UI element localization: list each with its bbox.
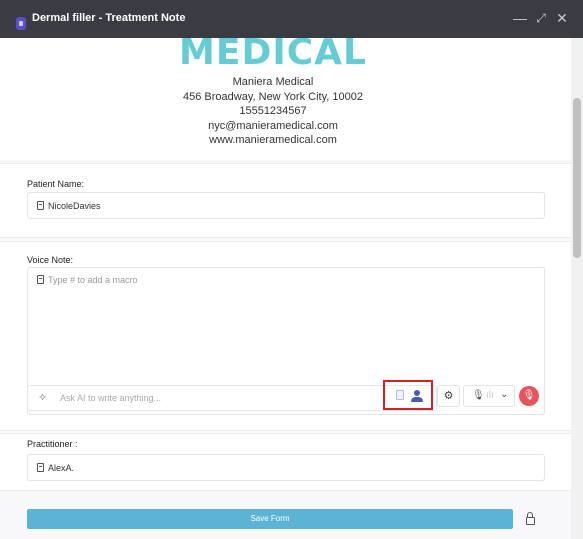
sparkle-icon: ✧ (38, 392, 48, 404)
microphone-icon: 🎙 (472, 390, 485, 401)
scrollbar-thumb[interactable] (573, 98, 581, 258)
chevron-down-icon[interactable]: ⌄ (500, 389, 508, 400)
ask-ai-input[interactable]: ✧ Ask AI to write anything... (27, 385, 437, 411)
patient-name-value: NicoleDavies (48, 201, 101, 211)
document-icon (37, 275, 44, 284)
document-icon[interactable] (396, 390, 404, 400)
clinic-header: MEDICAL Maniera Medical 456 Broadway, Ne… (0, 38, 571, 160)
clinic-phone: 15551234567 (239, 105, 307, 117)
form-content: MEDICAL Maniera Medical 456 Broadway, Ne… (0, 38, 571, 539)
document-icon (37, 201, 44, 210)
minimize-button[interactable]: — (512, 10, 528, 26)
user-icon[interactable] (411, 390, 423, 402)
window-title: Dermal filler - Treatment Note (32, 12, 186, 24)
patient-name-field[interactable]: NicoleDavies (27, 192, 545, 219)
practitioner-section: Practitioner : AlexA. (0, 433, 571, 491)
clinic-address: 456 Broadway, New York City, 10002 (183, 91, 363, 103)
voice-note-placeholder: Type # to add a macro (48, 275, 138, 285)
highlight-box (383, 380, 433, 410)
document-icon (37, 463, 44, 472)
maximize-button[interactable]: ⤢ (533, 10, 549, 26)
record-button[interactable]: 🎙 (519, 386, 539, 406)
practitioner-label: Practitioner : (27, 439, 78, 449)
practitioner-field[interactable]: AlexA. (27, 454, 545, 481)
voice-note-section: Voice Note: Type # to add a macro ✧ Ask … (0, 241, 571, 431)
settings-button[interactable]: ⚙ (437, 385, 460, 407)
app-icon (16, 17, 26, 30)
record-microphone-icon: 🎙 (522, 390, 536, 401)
patient-name-section: Patient Name: NicoleDavies (0, 163, 571, 238)
voice-note-label: Voice Note: (27, 255, 74, 265)
save-form-button[interactable]: Save Form (27, 509, 513, 529)
microphone-select[interactable]: 🎙 ılı ⌄ (463, 385, 515, 407)
practitioner-value: AlexA. (48, 463, 75, 473)
clinic-logo: MEDICAL (179, 38, 367, 73)
ask-ai-placeholder: Ask AI to write anything... (60, 393, 162, 403)
lock-icon[interactable] (526, 512, 535, 525)
title-bar: Dermal filler - Treatment Note — ⤢ ✕ (0, 0, 583, 38)
close-button[interactable]: ✕ (554, 10, 570, 26)
clinic-name: Maniera Medical (232, 76, 314, 88)
patient-name-label: Patient Name: (27, 179, 85, 189)
clinic-email: nyc@manieramedical.com (208, 120, 338, 132)
clinic-website: www.manieramedical.com (209, 134, 337, 146)
audio-level-icon: ılı (486, 390, 494, 401)
gear-icon: ⚙ (443, 390, 454, 402)
